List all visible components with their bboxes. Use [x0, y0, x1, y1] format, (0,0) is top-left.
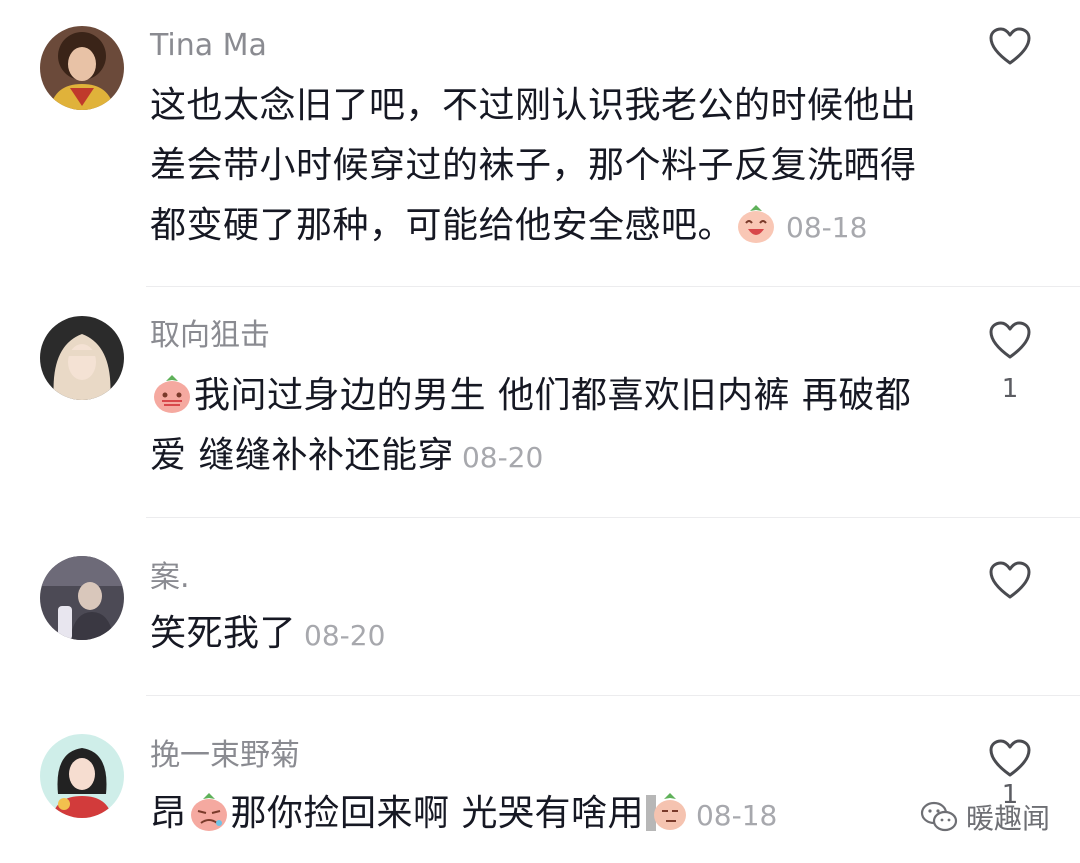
heart-icon: [989, 321, 1031, 359]
laughing-peach-emoji: [734, 201, 778, 245]
comment-date: 08-18: [786, 211, 868, 244]
avatar[interactable]: [40, 316, 124, 400]
divider: [146, 695, 1080, 696]
like-button[interactable]: [988, 26, 1032, 80]
avatar[interactable]: [40, 556, 124, 640]
peeking-peach-emoji: [644, 789, 688, 833]
comment-date: 08-18: [695, 799, 778, 832]
comment-text: 这也太念旧了吧，不过刚认识我老公的时候他出差会带小时候穿过的袜子，那个料子反复洗…: [150, 76, 940, 258]
avatar[interactable]: [40, 734, 124, 818]
wechat-icon: [920, 801, 958, 832]
username[interactable]: Tina Ma: [150, 28, 267, 64]
like-count: 1: [1001, 374, 1019, 404]
comment-date: 08-20: [304, 619, 386, 652]
username[interactable]: 挽一束野菊: [150, 738, 300, 774]
username[interactable]: 案.: [150, 560, 190, 596]
comment-text: 笑死我了 08-20: [150, 604, 940, 666]
like-button[interactable]: 1: [988, 320, 1032, 404]
embarrassed-peach-emoji: [150, 371, 194, 415]
watermark-label: 暖趣闻: [965, 802, 1050, 835]
username[interactable]: 取向狙击: [150, 318, 270, 354]
comment-date: 08-20: [461, 441, 544, 474]
comment-prefix: 昂: [150, 793, 187, 834]
watermark: 暖趣闻: [920, 797, 1050, 837]
avatar[interactable]: [40, 26, 124, 110]
comment-text: 昂 那你捡回来啊 光哭有啥用 08-18: [150, 784, 940, 846]
like-button[interactable]: [988, 560, 1032, 614]
crying-peach-emoji: [187, 789, 231, 833]
comment-text: 我问过身边的男生 他们都喜欢旧内裤 再破都爱 缝缝补补还能穿 08-20: [150, 366, 940, 488]
divider: [146, 286, 1080, 287]
heart-icon: [989, 739, 1031, 777]
heart-icon: [989, 561, 1031, 599]
comment-body: 那你捡回来啊 光哭有啥用: [230, 793, 644, 834]
comment-body: 笑死我了: [150, 613, 297, 654]
divider: [146, 517, 1080, 518]
heart-icon: [989, 27, 1031, 65]
